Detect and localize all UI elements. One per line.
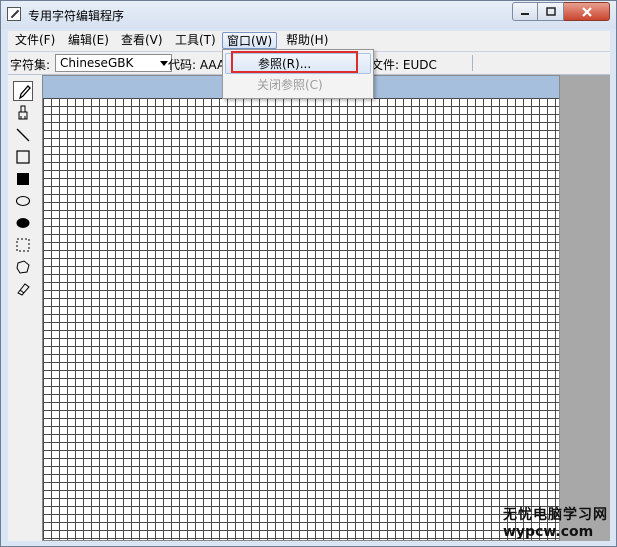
minimize-button[interactable] [512,2,538,21]
file-label: 文件: EUDC [371,58,437,72]
window-title: 专用字符编辑程序 [28,9,125,23]
menu-help[interactable]: 帮助(H) [282,32,332,49]
tool-palette [10,75,36,541]
right-panel [560,75,610,541]
pencil-tool[interactable] [13,81,33,101]
menu-view[interactable]: 查看(V) [117,32,167,49]
window-controls [512,2,610,21]
menu-window[interactable]: 窗口(W) [222,32,278,49]
freeform-select-icon [16,260,30,274]
title-bar[interactable]: 专用字符编辑程序 [1,1,616,29]
code-label: 代码: AAA [168,58,226,72]
brush-icon [18,105,28,120]
glyph-editor [42,75,560,541]
filled-rectangle-tool[interactable] [13,169,33,189]
highlight-box [231,51,358,73]
edit-grid[interactable] [43,98,559,540]
filled-ellipse-icon [16,218,30,228]
filled-rectangle-icon [17,173,29,185]
client-area [8,75,610,541]
hollow-ellipse-tool[interactable] [13,191,33,211]
hollow-ellipse-icon [15,195,31,207]
charset-label: 字符集: [10,58,51,72]
menu-tools[interactable]: 工具(T) [171,32,220,49]
rect-select-icon [16,238,30,252]
maximize-icon [545,6,556,16]
toolbar-separator [472,55,473,71]
pencil-icon [18,85,31,100]
watermark-line2: wypcw.com [503,524,594,540]
menu-item-close-reference[interactable]: 关闭参照(C) [225,75,371,96]
brush-tool[interactable] [13,103,33,123]
line-icon [16,128,30,142]
minimize-icon [521,12,529,15]
charset-value: ChineseGBK [60,56,134,70]
menu-file[interactable]: 文件(F) [11,32,59,49]
filled-ellipse-tool[interactable] [13,213,33,233]
maximize-button[interactable] [538,2,564,21]
hollow-rectangle-tool[interactable] [13,147,33,167]
app-window: 专用字符编辑程序 文件(F) 编辑(E) 查看(V) 工具(T) 窗口(W) 帮… [0,0,617,547]
watermark: 无忧电脑学习网 wypcw.com [503,504,608,540]
menu-edit[interactable]: 编辑(E) [64,32,113,49]
watermark-line1: 无忧电脑学习网 [503,507,608,523]
eraser-icon [17,283,30,296]
rect-select-tool[interactable] [13,235,33,255]
close-icon [581,6,592,17]
eraser-tool[interactable] [13,279,33,299]
app-icon [7,7,21,21]
line-tool[interactable] [13,125,33,145]
freeform-select-tool[interactable] [13,257,33,277]
hollow-rectangle-icon [16,150,30,164]
charset-select[interactable]: ChineseGBK [55,54,172,72]
chevron-down-icon [160,61,168,66]
close-button[interactable] [564,2,610,21]
